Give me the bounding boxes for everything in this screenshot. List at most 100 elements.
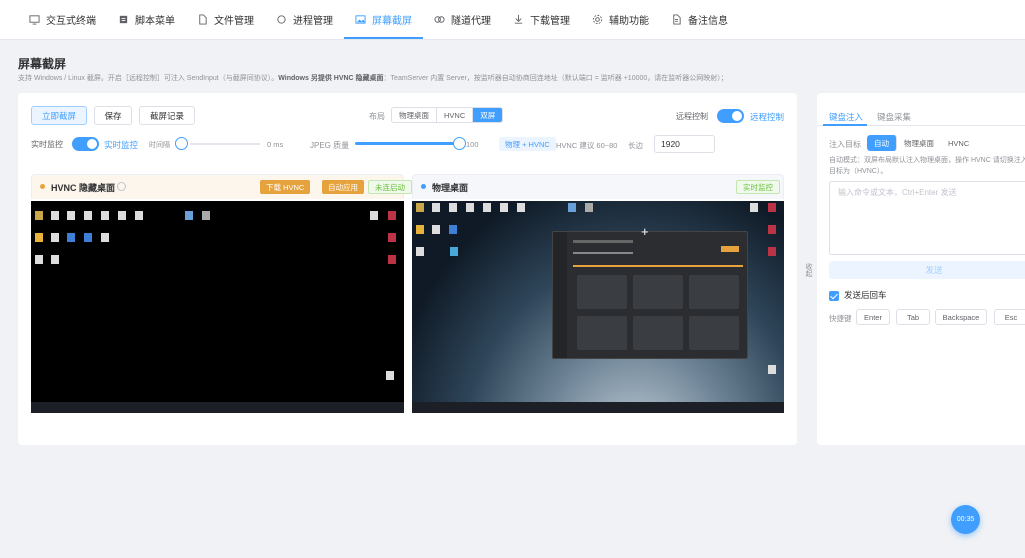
desktop-icon (450, 247, 458, 256)
interval-slider-handle[interactable] (175, 137, 188, 150)
key-enter-button[interactable]: Enter (856, 309, 890, 325)
layout-option-physical[interactable]: 物理桌面 (392, 108, 437, 122)
layout-label: 布局 (369, 112, 385, 121)
tab-note[interactable]: 备注信息 (660, 0, 739, 39)
tab-label: 下载管理 (530, 15, 570, 27)
live-monitor-label: 实时监控 (31, 140, 63, 149)
live-monitor-switch[interactable] (72, 137, 99, 151)
desktop-icon (51, 255, 59, 264)
desktop-icon (51, 211, 59, 220)
enter-after-checkbox[interactable]: 发送后回车 (829, 289, 887, 301)
app-action-button[interactable] (721, 246, 739, 252)
target-selector[interactable]: 自动 物理桌面 HVNC (867, 135, 977, 151)
tab-label: 进程管理 (293, 15, 333, 27)
app-title (573, 240, 633, 243)
remote-control-switch[interactable] (717, 109, 744, 123)
tab-script[interactable]: 脚本菜单 (107, 0, 186, 39)
jpeg-label: JPEG 质量 (310, 141, 350, 150)
desktop-icon (185, 211, 193, 220)
desktop-icon (432, 225, 440, 234)
desktop-icon (202, 211, 210, 220)
info-icon (117, 182, 126, 191)
desktop-icon (517, 203, 525, 212)
tab-image[interactable]: 屏幕截屏 (344, 0, 423, 39)
desktop-icon (388, 255, 396, 264)
app-tile[interactable] (689, 275, 739, 309)
interval-label: 时间隔 (149, 142, 170, 149)
capture-now-button[interactable]: 立即截屏 (31, 106, 87, 125)
page-description: 支持 Windows / Linux 截屏。开启［远程控制］可注入 SendIn… (18, 75, 728, 82)
desktop-icon (750, 203, 758, 212)
taskbar (31, 402, 404, 413)
hvnc-auto-button[interactable]: 自动应用 (322, 180, 364, 194)
target-auto[interactable]: 自动 (867, 135, 897, 151)
image-icon (355, 14, 366, 25)
tab-keyboard-inject[interactable]: 键盘注入 (829, 111, 863, 123)
script-icon (118, 14, 129, 25)
remote-app-window[interactable] (552, 231, 748, 359)
tab-label: 交互式终端 (46, 15, 96, 27)
page-title: 屏幕截屏 (18, 57, 67, 71)
tab-download[interactable]: 下载管理 (502, 0, 581, 39)
keyboard-panel: 键盘注入 键盘采集 注入目标 自动 物理桌面 HVNC 自动模式：双屏布局默认注… (817, 93, 1025, 445)
gear-icon (592, 14, 603, 25)
desktop-icon (84, 233, 92, 242)
key-tab-button[interactable]: Tab (896, 309, 930, 325)
collapse-handle[interactable]: 收起 (801, 255, 813, 285)
desktop-icon (500, 203, 508, 212)
layout-selector[interactable]: 物理桌面 HVNC 双屏 (391, 107, 504, 123)
app-sidebar (553, 232, 567, 358)
desktop-icon (101, 211, 109, 220)
jpeg-slider-fill (355, 142, 459, 145)
desktop-icon (416, 225, 424, 234)
target-hvnc[interactable]: HVNC (941, 135, 976, 151)
app-tile[interactable] (577, 275, 627, 309)
desktop-icon (51, 233, 59, 242)
send-button[interactable]: 发送 (829, 261, 1025, 279)
shortcut-label: 快捷键 (829, 314, 852, 323)
jpeg-slider-handle[interactable] (453, 137, 466, 150)
hvnc-title: HVNC 隐藏桌面 (51, 183, 116, 193)
desktop-icon (483, 203, 491, 212)
target-physical[interactable]: 物理桌面 (897, 135, 941, 151)
active-tab-indicator (823, 124, 867, 126)
terminal-icon (29, 14, 40, 25)
layout-option-hvnc[interactable]: HVNC (437, 108, 474, 122)
top-nav: 交互式终端 脚本菜单 文件管理 进程管理 屏幕截屏 隧道代理 下载管理 辅助功能 备注信息 (0, 0, 1025, 40)
taskbar (412, 402, 784, 413)
tab-terminal[interactable]: 交互式终端 (18, 0, 107, 39)
tab-process[interactable]: 进程管理 (265, 0, 344, 39)
tab-label: 辅助功能 (609, 15, 649, 27)
key-esc-button[interactable]: Esc (994, 309, 1025, 325)
process-icon (276, 14, 287, 25)
desktop-icon (35, 233, 43, 242)
checkbox-checked-icon[interactable] (829, 290, 839, 301)
tab-tunnel[interactable]: 隧道代理 (423, 0, 502, 39)
floating-timer-button[interactable]: 00:35 (951, 505, 980, 534)
layout-option-dual[interactable]: 双屏 (473, 108, 503, 122)
physical-screen[interactable]: + (412, 201, 784, 413)
width-label: 长边 (628, 141, 643, 150)
app-tile[interactable] (577, 316, 627, 350)
interval-slider-track[interactable] (190, 143, 260, 145)
jpeg-slider-track[interactable] (355, 137, 466, 150)
history-button[interactable]: 截屏记录 (139, 106, 195, 125)
tab-label: 文件管理 (214, 15, 254, 27)
hvnc-start-button[interactable]: 下载 HVNC (260, 180, 311, 194)
key-backspace-button[interactable]: Backspace (935, 309, 987, 325)
width-select[interactable]: 1920 (654, 135, 715, 153)
tab-keyboard-capture[interactable]: 键盘采集 (877, 111, 911, 123)
tab-file[interactable]: 文件管理 (186, 0, 265, 39)
command-textarea[interactable]: 输入命令或文本，Ctrl+Enter 发送 (829, 181, 1025, 255)
app-tile[interactable] (633, 275, 683, 309)
cursor-crosshair-icon: + (641, 224, 649, 239)
hvnc-screen[interactable] (31, 201, 404, 413)
physical-title: 物理桌面 (432, 183, 469, 193)
tab-gear[interactable]: 辅助功能 (581, 0, 660, 39)
desktop-icon (35, 211, 43, 220)
save-button[interactable]: 保存 (94, 106, 132, 125)
desktop-icon (388, 211, 396, 220)
desktop-icon (67, 233, 75, 242)
app-tile[interactable] (633, 316, 683, 350)
app-tile[interactable] (689, 316, 739, 350)
